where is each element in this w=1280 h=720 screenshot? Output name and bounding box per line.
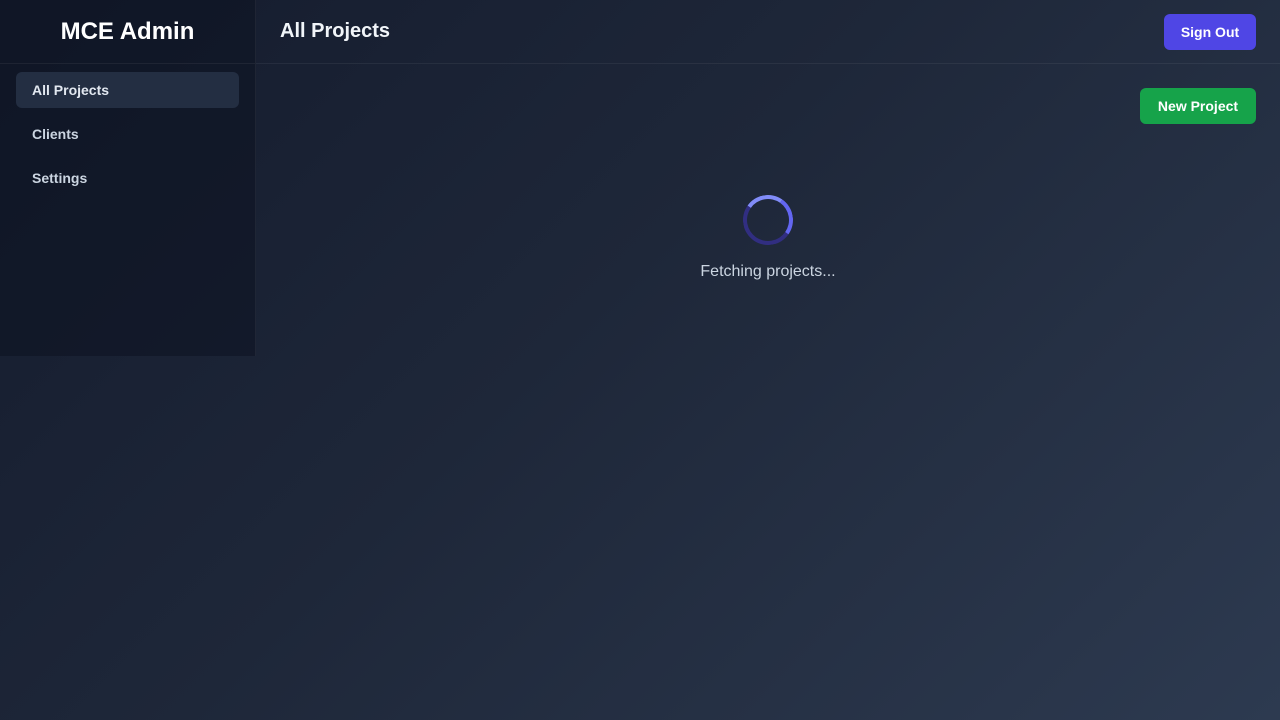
sidebar: MCE Admin All Projects Clients Settings bbox=[0, 0, 256, 356]
loading-state: Fetching projects... bbox=[256, 191, 1280, 281]
sidebar-item-settings[interactable]: Settings bbox=[16, 160, 239, 196]
page-title: All Projects bbox=[280, 20, 391, 42]
sign-out-button[interactable]: Sign Out bbox=[1164, 13, 1256, 50]
loading-spinner-icon bbox=[739, 191, 797, 249]
sidebar-item-all-projects[interactable]: All Projects bbox=[16, 72, 239, 108]
new-project-button[interactable]: New Project bbox=[1140, 88, 1256, 124]
sidebar-item-clients[interactable]: Clients bbox=[16, 116, 239, 152]
brand-title: MCE Admin bbox=[0, 0, 255, 64]
top-bar: All Projects Sign Out bbox=[256, 0, 1280, 64]
loading-text: Fetching projects... bbox=[700, 263, 836, 280]
sidebar-nav: All Projects Clients Settings bbox=[0, 64, 255, 212]
